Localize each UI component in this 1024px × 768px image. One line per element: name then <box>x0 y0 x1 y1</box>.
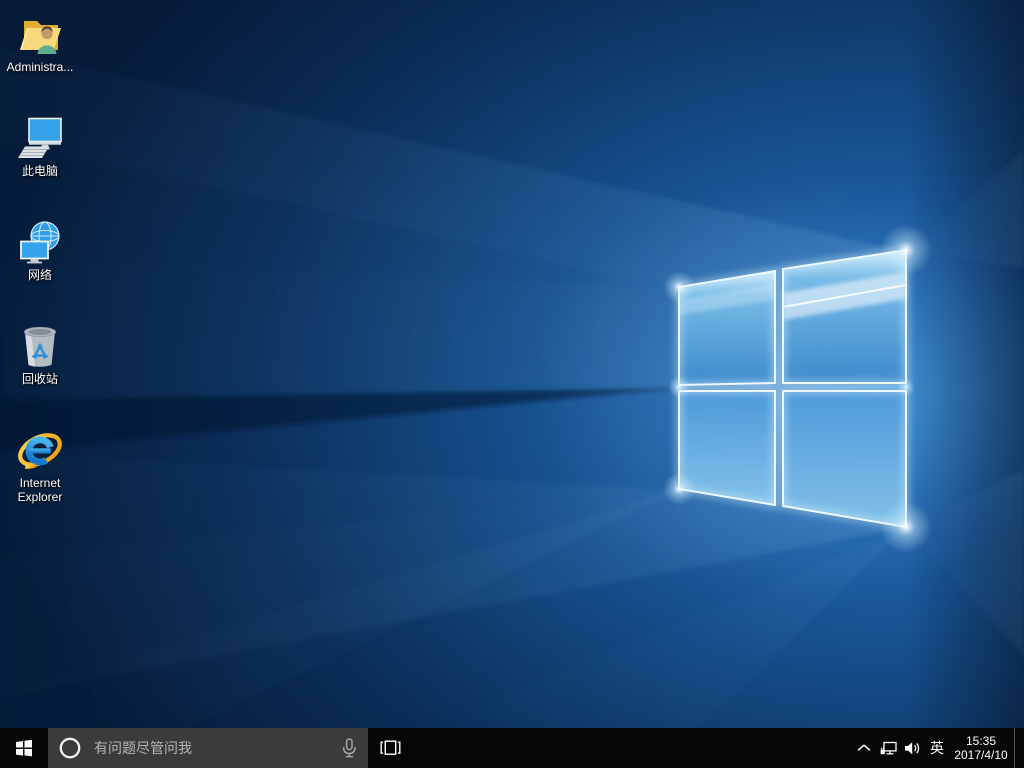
taskbar-clock[interactable]: 15:35 2017/4/10 <box>950 728 1014 768</box>
this-pc-icon <box>16 114 64 162</box>
volume-tray-button[interactable] <box>900 728 924 768</box>
desktop-icon-internet-explorer[interactable]: Internet Explorer <box>1 426 79 504</box>
internet-explorer-icon <box>16 426 64 474</box>
language-indicator[interactable]: 英 <box>924 728 950 768</box>
desktop-icon-label: 网络 <box>28 268 52 282</box>
microphone-button[interactable] <box>342 738 357 759</box>
windows-hero-wallpaper <box>0 0 1024 728</box>
windows-desktop: Administra... 此电脑 <box>0 0 1024 768</box>
system-tray: 英 15:35 2017/4/10 <box>852 728 1024 768</box>
windows-logo-icon <box>15 739 33 757</box>
desktop-icon-label: Administra... <box>7 60 74 74</box>
clock-date: 2017/4/10 <box>954 748 1007 762</box>
network-icon <box>16 218 64 266</box>
tray-expand-button[interactable] <box>852 728 876 768</box>
desktop-icon-recycle-bin[interactable]: 回收站 <box>1 322 79 386</box>
clock-time: 15:35 <box>966 734 996 748</box>
task-view-icon <box>380 740 401 756</box>
chevron-up-icon <box>857 744 871 752</box>
start-button[interactable] <box>0 728 48 768</box>
desktop-icon-network[interactable]: 网络 <box>1 218 79 282</box>
search-input[interactable] <box>94 740 331 756</box>
microphone-icon <box>342 738 357 759</box>
cortana-icon <box>58 736 82 760</box>
desktop-icon-administrator[interactable]: Administra... <box>1 10 79 74</box>
wired-network-icon <box>880 741 897 756</box>
desktop-icon-label: 回收站 <box>22 372 58 386</box>
taskbar: 英 15:35 2017/4/10 <box>0 728 1024 768</box>
network-tray-button[interactable] <box>876 728 900 768</box>
user-folder-icon <box>16 10 64 58</box>
show-desktop-button[interactable] <box>1014 728 1024 768</box>
desktop-icon-label: Internet Explorer <box>2 476 78 504</box>
task-view-button[interactable] <box>368 728 412 768</box>
desktop-icon-list: Administra... 此电脑 <box>1 10 79 544</box>
taskbar-empty-area <box>412 728 852 768</box>
desktop-icon-this-pc[interactable]: 此电脑 <box>1 114 79 178</box>
speaker-icon <box>904 741 921 756</box>
cortana-search-box[interactable] <box>48 728 368 768</box>
wallpaper <box>0 0 1024 728</box>
recycle-bin-icon <box>16 322 64 370</box>
desktop-icon-label: 此电脑 <box>22 164 58 178</box>
